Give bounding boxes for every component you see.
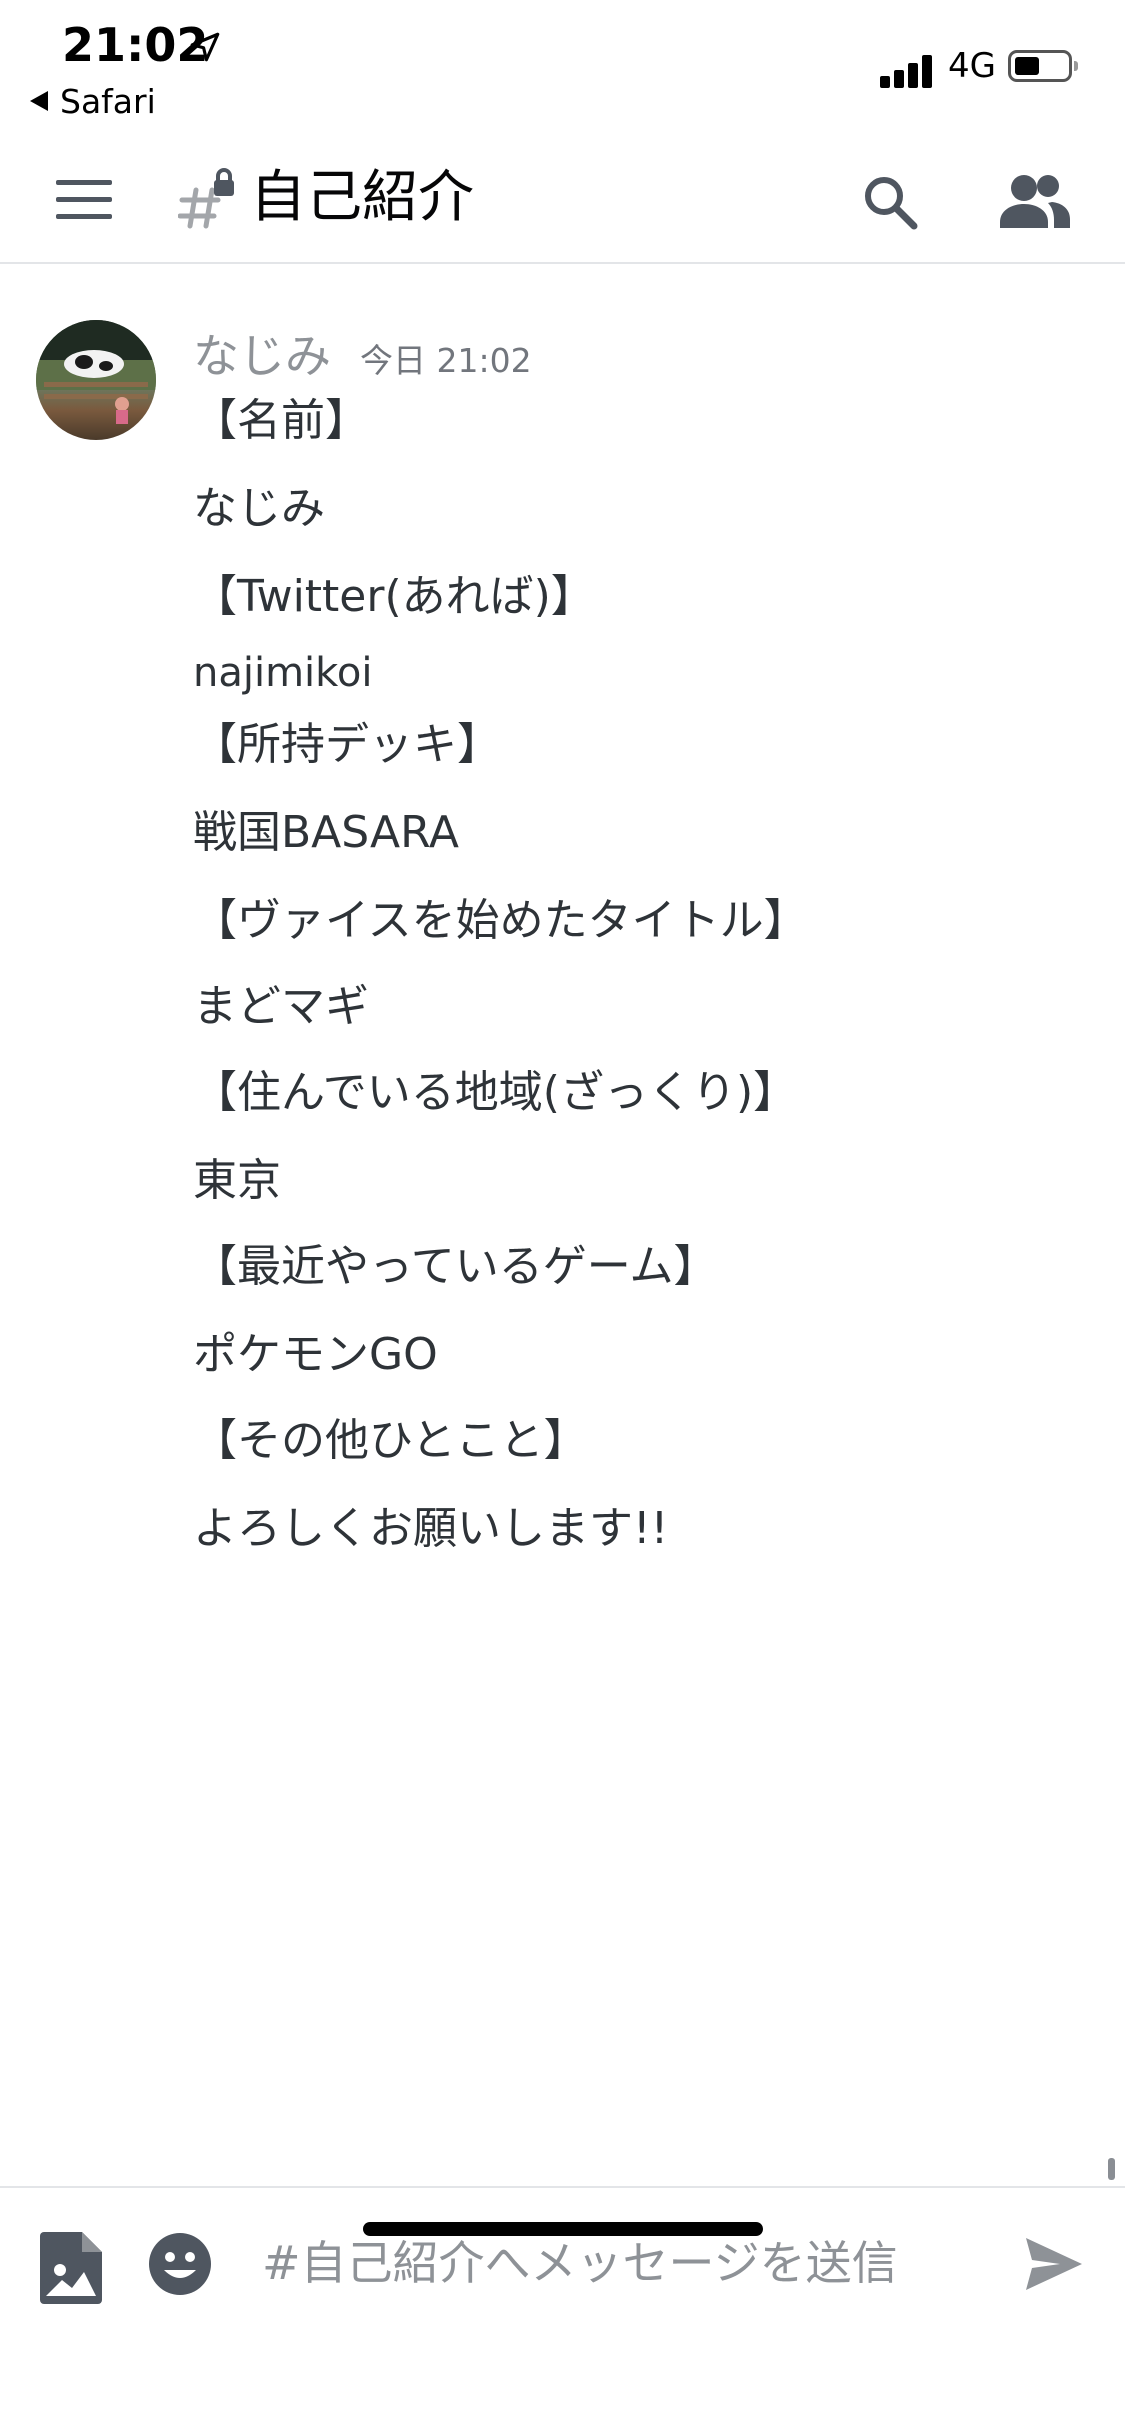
message-line: 【最近やっているゲーム】 [193, 1241, 718, 1292]
scrollbar[interactable] [1108, 2158, 1115, 2180]
message-line: 東京 [193, 1155, 281, 1206]
upload-image-icon[interactable] [40, 2232, 102, 2304]
message-line: 【Twitter(あれば)】 [193, 571, 595, 622]
message-line: najimikoi [193, 650, 373, 696]
message-line: よろしくお願いします!! [193, 1503, 669, 1554]
hamburger-menu-icon[interactable] [56, 180, 112, 220]
back-app-label: Safari [60, 82, 156, 121]
locked-channel-hash-icon [178, 168, 234, 229]
cellular-signal-icon [880, 52, 934, 88]
status-time: 21:02 [62, 18, 209, 72]
home-indicator [363, 2222, 763, 2236]
message-line: 【ヴァイスを始めたタイトル】 [193, 895, 808, 946]
search-icon[interactable] [860, 172, 920, 232]
location-arrow-icon [190, 32, 220, 62]
back-triangle-icon [30, 90, 48, 111]
battery-icon [1008, 50, 1078, 82]
members-list-icon[interactable] [998, 170, 1070, 232]
channel-header: 自己紹介 [0, 130, 1125, 264]
message-line: 【その他ひとこと】 [193, 1415, 588, 1466]
status-bar: 21:02 Safari 4G [0, 0, 1125, 130]
message-line: なじみ [193, 483, 325, 534]
user-avatar[interactable] [36, 320, 156, 440]
message-timestamp: 今日 21:02 [360, 341, 532, 380]
message-line: 【所持デッキ】 [193, 719, 501, 770]
message-author[interactable]: なじみ [193, 320, 331, 386]
message-line: ポケモンGO [193, 1329, 438, 1380]
avatar-photo [36, 320, 156, 424]
message-line: まどマギ [193, 981, 369, 1032]
message-input[interactable] [262, 2228, 982, 2298]
back-to-app-link[interactable]: Safari [30, 82, 156, 121]
network-type: 4G [948, 46, 996, 86]
emoji-icon[interactable] [148, 2232, 212, 2296]
message-line: 戦国BASARA [193, 807, 460, 858]
message-line: 【名前】 [193, 395, 369, 446]
message-line: 【住んでいる地域(ざっくり)】 [193, 1067, 798, 1118]
send-icon[interactable] [1026, 2238, 1082, 2290]
channel-title: 自己紹介 [250, 165, 474, 230]
